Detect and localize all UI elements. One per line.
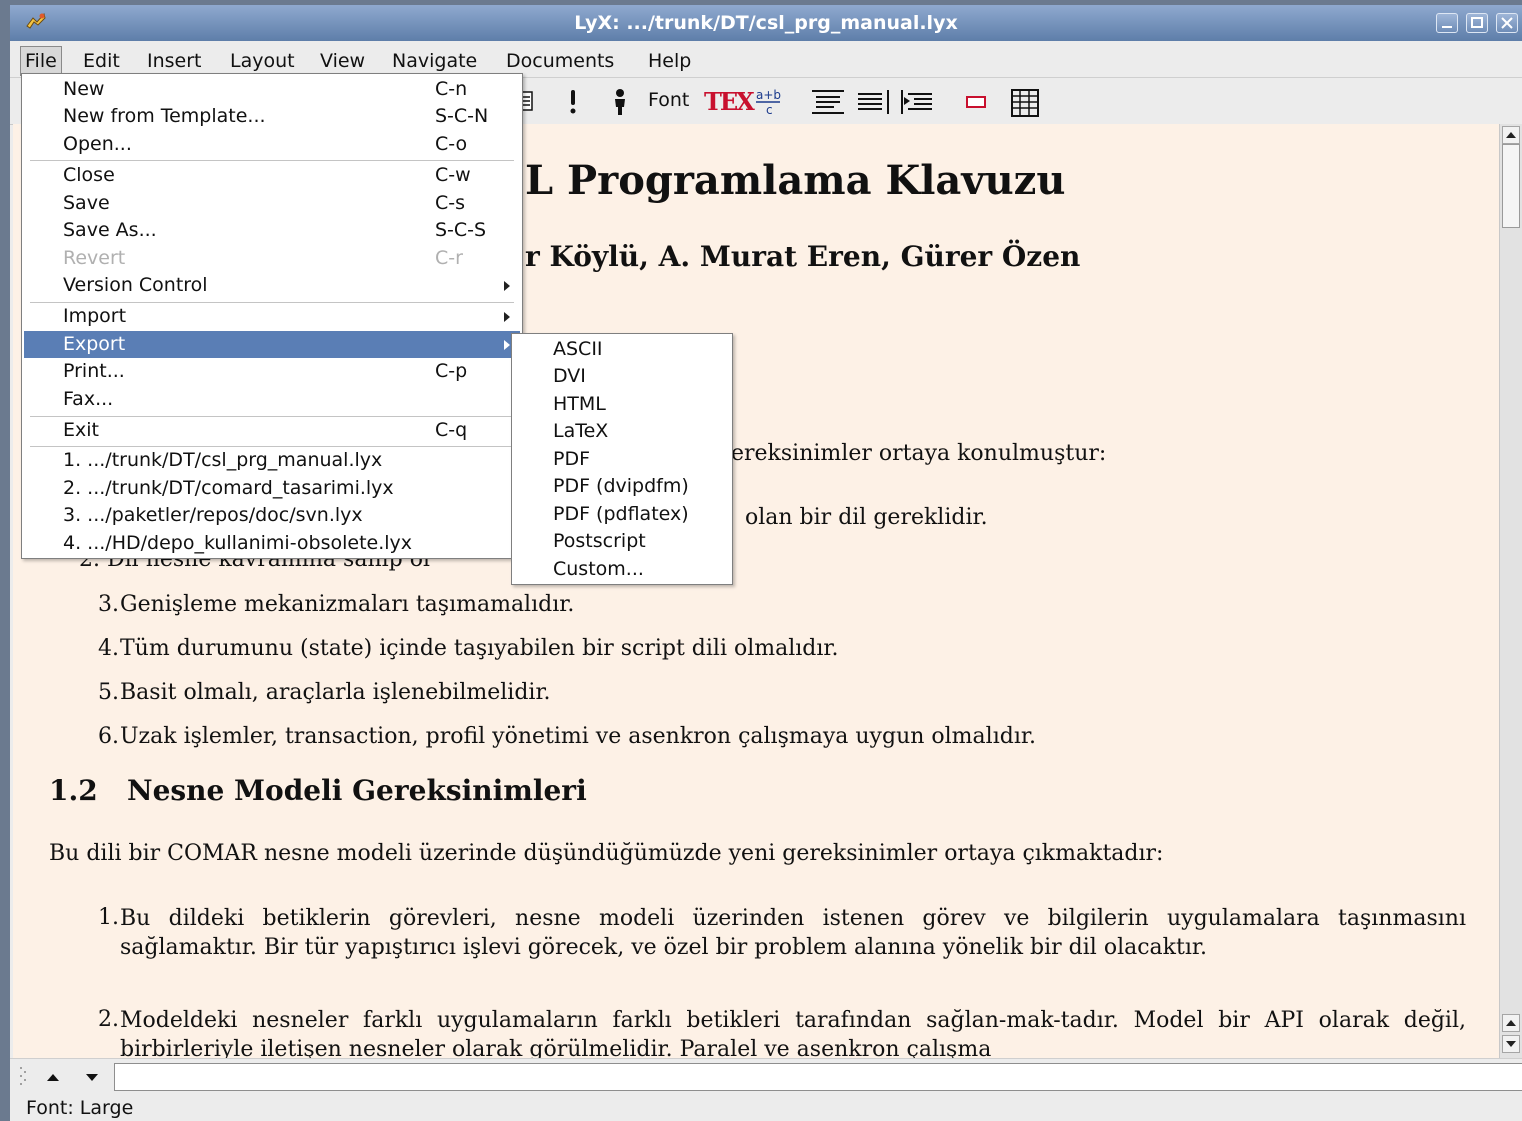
scroll-up-button[interactable] — [1502, 126, 1520, 144]
list-item: Uzak işlemler, transaction, profil yönet… — [120, 724, 1036, 749]
list-item: Genişleme mekanizmaları taşımamalıdır. — [120, 592, 575, 617]
document-authors: r Köylü, A. Murat Eren, Gürer Özen — [525, 240, 1081, 273]
list-item: Tüm durumunu (state) içinde taşıyabilen … — [120, 636, 839, 661]
list-number: 1. — [98, 905, 119, 930]
recent-file-1[interactable]: 1. .../trunk/DT/csl_prg_manual.lyx — [24, 447, 520, 474]
title-bar[interactable]: LyX: .../trunk/DT/csl_prg_manual.lyx — [10, 5, 1522, 41]
math-icon[interactable]: a+b c — [754, 87, 786, 117]
export-html[interactable]: HTML — [514, 391, 730, 418]
box-icon[interactable] — [964, 92, 988, 112]
menu-item-revert: Revert C-r — [63, 247, 463, 269]
menu-navigate[interactable]: Navigate — [388, 49, 481, 73]
section-title: Nesne Modeli Gereksinimleri — [126, 774, 587, 807]
font-button[interactable]: Font — [648, 89, 689, 111]
export-dvi[interactable]: DVI — [514, 363, 730, 390]
list-number: 6. — [98, 724, 119, 749]
recent-file-3[interactable]: 3. .../paketler/repos/doc/svn.lyx — [24, 502, 520, 529]
file-menu: New C-n New from Template... S-C-N Open...… — [21, 73, 523, 559]
requirements-text: ereksinimler ortaya konulmuştur: — [731, 441, 1107, 466]
recent-file-4[interactable]: 4. .../HD/depo_kullanimi-obsolete.lyx — [24, 530, 520, 557]
minimize-icon — [1442, 26, 1452, 28]
svg-text:a+b: a+b — [756, 88, 781, 102]
table-icon[interactable] — [1010, 88, 1040, 118]
lyx-window: LyX: .../trunk/DT/csl_prg_manual.lyx Fil… — [10, 5, 1522, 1121]
menu-item-open[interactable]: Open... C-o — [24, 131, 520, 158]
maximize-button[interactable] — [1466, 13, 1488, 33]
menu-separator — [30, 160, 514, 161]
list-item: Modeldeki nesneler farklı uygulamaların … — [120, 1008, 1466, 1058]
paragraph-text: Bu dili bir COMAR nesne modeli üzerinde … — [49, 841, 1164, 866]
menu-item-version-control[interactable]: Version Control — [24, 272, 520, 299]
vertical-scrollbar[interactable] — [1499, 124, 1522, 1058]
arrow-up-icon — [1506, 132, 1516, 138]
minimize-button[interactable] — [1436, 13, 1458, 33]
scroll-up-button[interactable] — [1502, 1014, 1520, 1032]
export-submenu: ASCII DVI HTML LaTeX PDF PDF (dvipdfm) P… — [511, 333, 733, 585]
list-number: 3. — [98, 592, 119, 617]
menu-item-print[interactable]: Print... C-p — [24, 358, 520, 385]
menu-item-import[interactable]: Import — [24, 303, 520, 330]
export-ascii[interactable]: ASCII — [514, 336, 730, 363]
menu-view[interactable]: View — [316, 49, 369, 73]
font-icon: Font — [648, 89, 690, 111]
submenu-arrow-icon — [504, 340, 510, 350]
svg-text:c: c — [766, 103, 773, 117]
scroll-down-button[interactable] — [1502, 1035, 1520, 1053]
status-text: Font: Large — [26, 1097, 134, 1119]
indent-icon[interactable] — [900, 88, 936, 116]
list-number: 5. — [98, 680, 119, 705]
note-icon[interactable] — [566, 88, 580, 116]
section-number: 1.2 — [49, 774, 98, 807]
section-heading: 1.2 Nesne Modeli Gereksinimleri — [49, 774, 587, 807]
document-title: L Programlama Klavuzu — [525, 157, 1066, 204]
recent-file-2[interactable]: 2. .../trunk/DT/comard_tasarimi.lyx — [24, 475, 520, 502]
drag-handle-icon[interactable] — [18, 1063, 28, 1091]
list-number: 4. — [98, 636, 119, 661]
menu-item-close[interactable]: Close C-w — [24, 162, 520, 189]
list-item: Basit olmalı, araçlarla işlenebilmelidir… — [120, 680, 551, 705]
menu-edit[interactable]: Edit — [79, 49, 124, 73]
status-bar: Font: Large — [10, 1094, 1522, 1121]
submenu-arrow-icon — [504, 312, 510, 322]
export-pdf-pdflatex[interactable]: PDF (pdflatex) — [514, 501, 730, 528]
list-icon[interactable] — [810, 88, 846, 116]
command-input[interactable] — [114, 1063, 1522, 1091]
command-bar — [10, 1058, 1522, 1095]
export-custom[interactable]: Custom... — [514, 556, 730, 583]
close-window-button[interactable] — [1496, 13, 1518, 33]
menu-file[interactable]: File — [20, 46, 62, 76]
export-latex[interactable]: LaTeX — [514, 418, 730, 445]
list-item: Bu dildeki betiklerin görevleri, nesne m… — [120, 906, 1466, 960]
menu-insert[interactable]: Insert — [143, 49, 206, 73]
scroll-thumb[interactable] — [1502, 144, 1520, 228]
menu-item-save-as[interactable]: Save As... S-C-S — [24, 217, 520, 244]
menu-item-exit[interactable]: Exit C-q — [24, 417, 520, 444]
enumerate-icon[interactable] — [856, 88, 892, 116]
menu-help[interactable]: Help — [644, 49, 695, 73]
maximize-icon — [1471, 17, 1483, 28]
menu-item-new-from-template[interactable]: New from Template... S-C-N — [24, 103, 520, 130]
export-pdf-dvipdfm[interactable]: PDF (dvipdfm) — [514, 473, 730, 500]
history-down-icon[interactable] — [83, 1069, 101, 1085]
window-title: LyX: .../trunk/DT/csl_prg_manual.lyx — [574, 12, 958, 34]
close-icon — [1501, 17, 1513, 29]
submenu-arrow-icon — [504, 281, 510, 291]
export-postscript[interactable]: Postscript — [514, 528, 730, 555]
history-up-icon[interactable] — [44, 1069, 62, 1085]
export-pdf[interactable]: PDF — [514, 446, 730, 473]
arrow-down-icon — [1506, 1041, 1516, 1047]
person-icon[interactable] — [610, 88, 630, 116]
menu-item-export[interactable]: Export — [24, 331, 520, 358]
arrow-up-icon — [1506, 1020, 1516, 1026]
menu-documents[interactable]: Documents — [502, 49, 618, 73]
menu-layout[interactable]: Layout — [226, 49, 299, 73]
list-item-1-text: olan bir dil gereklidir. — [745, 505, 988, 530]
menu-item-save[interactable]: Save C-s — [24, 190, 520, 217]
menu-item-new[interactable]: New C-n — [24, 76, 520, 103]
list-number: 2. — [98, 1007, 119, 1032]
menu-item-fax[interactable]: Fax... — [24, 386, 520, 413]
tex-icon[interactable]: TEX — [704, 87, 755, 116]
